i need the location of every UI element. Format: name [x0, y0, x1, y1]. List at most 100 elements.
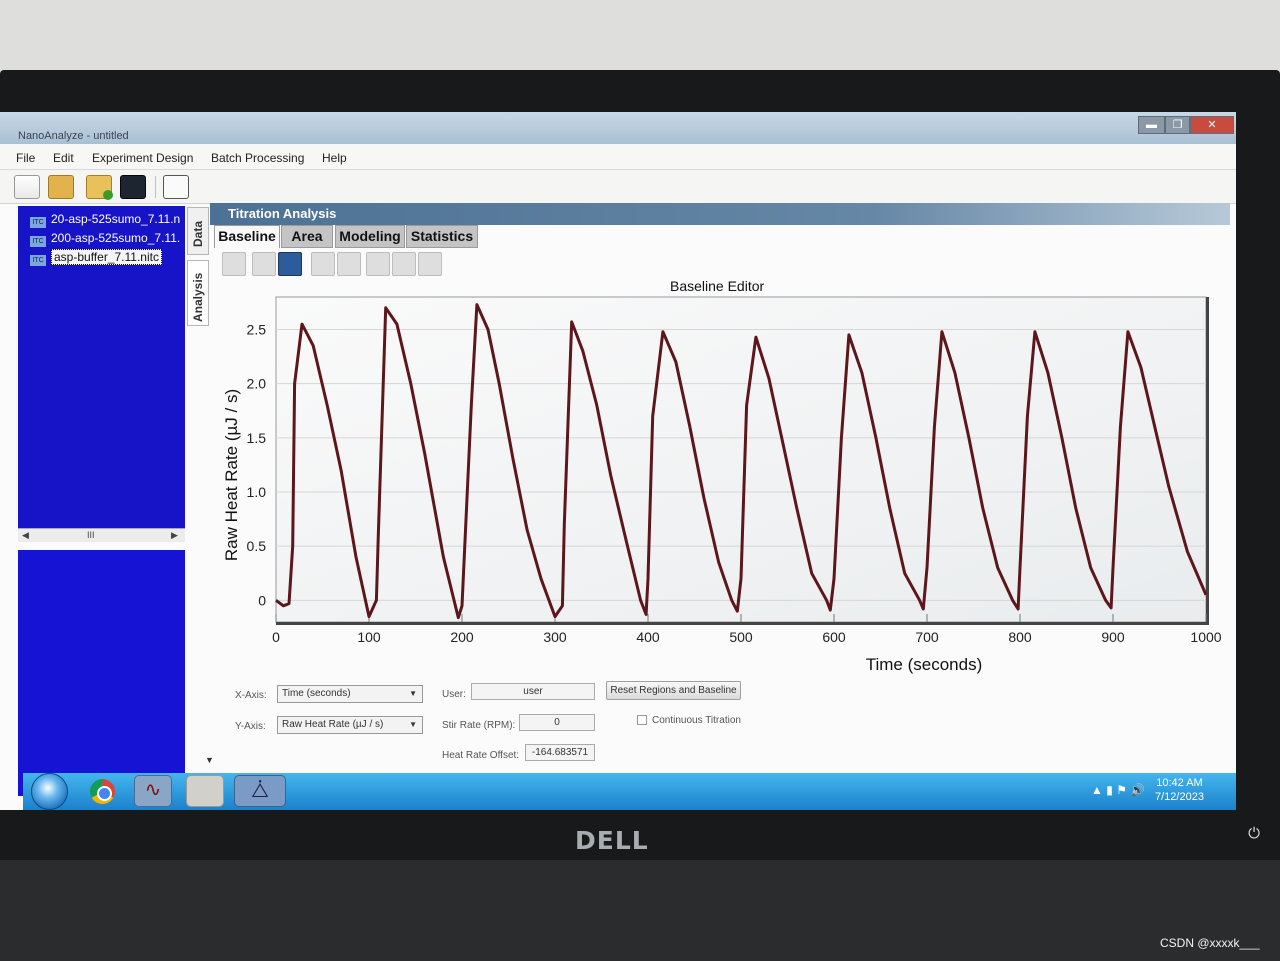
clock-date: 7/12/2023	[1155, 791, 1204, 803]
tab-statistics[interactable]: Statistics	[406, 225, 478, 248]
y-axis-select[interactable]: Raw Heat Rate (µJ / s) ▼	[277, 716, 423, 734]
file-name: 200-asp-525sumo_7.11.	[51, 231, 181, 245]
dropdown-arrow-icon: ▼	[409, 720, 417, 729]
x-axis-selector-label: X-Axis:	[235, 690, 267, 701]
x-tick-label: 700	[915, 629, 939, 645]
chart-edit-icon[interactable]	[252, 252, 276, 276]
clock-time: 10:42 AM	[1156, 777, 1203, 789]
remove-point-icon[interactable]	[337, 252, 361, 276]
x-tick-label: 300	[543, 629, 567, 645]
scroll-left-icon[interactable]: ◀	[22, 530, 29, 541]
y-tick-label: 1.5	[247, 430, 267, 446]
stir-rate-field[interactable]: 0	[519, 714, 595, 731]
main-toolbar	[0, 170, 1236, 204]
window-titlebar[interactable]: NanoAnalyze - untitled ▬ ❐ ✕	[0, 112, 1236, 144]
titration-analysis-header: Titration Analysis	[210, 203, 1230, 225]
file-list-panel[interactable]: ITC 20-asp-525sumo_7.11.n ITC 200-asp-525s…	[18, 206, 185, 528]
continuous-titration-checkbox[interactable]	[637, 715, 647, 725]
network-icon[interactable]: ▮	[1106, 783, 1113, 797]
lower-blue-panel	[18, 550, 185, 796]
heat-rate-offset-field[interactable]: -164.683571	[525, 744, 595, 761]
menu-help[interactable]: Help	[322, 151, 347, 165]
new-file-icon[interactable]	[14, 175, 40, 199]
tray-arrow-icon[interactable]: ▲	[1091, 783, 1103, 797]
y-tick-label: 2.5	[247, 322, 267, 338]
chrome-logo	[90, 779, 115, 804]
watermark: CSDN @xxxxk___	[1160, 936, 1260, 950]
itc-file-icon: ITC	[30, 217, 46, 228]
stir-rate-label: Stir Rate (RPM):	[442, 720, 516, 731]
x-tick-label: 100	[357, 629, 381, 645]
power-icon[interactable]: ⏻	[1244, 824, 1264, 844]
x-tick-label: 800	[1008, 629, 1032, 645]
scroll-right-icon[interactable]: ▶	[171, 530, 178, 541]
y-axis-ticks: 0 0.5 1.0 1.5 2.0 2.5	[247, 322, 267, 609]
nanoanalyze-chart-icon[interactable]: ∿	[134, 775, 172, 807]
y-axis-label: Raw Heat Rate (µJ / s)	[222, 389, 241, 561]
y-tick-label: 1.0	[247, 484, 267, 500]
x-tick-label: 500	[729, 629, 753, 645]
x-tick-label: 400	[636, 629, 660, 645]
x-tick-label: 0	[272, 629, 280, 645]
baseline-icon[interactable]	[278, 252, 302, 276]
heat-rate-chart[interactable]: 0 0.5 1.0 1.5 2.0 2.5 0 100 200 300 400 500 600 700 8…	[210, 282, 1225, 677]
tab-modeling[interactable]: Modeling	[335, 225, 405, 248]
x-tick-label: 200	[450, 629, 474, 645]
y-axis-shadow	[1206, 297, 1209, 625]
tab-analysis[interactable]: Analysis	[187, 260, 209, 326]
panel-title: Titration Analysis	[228, 206, 337, 221]
close-button[interactable]: ✕	[1190, 116, 1234, 134]
chrome-icon[interactable]	[84, 775, 122, 807]
continuous-titration-label: Continuous Titration	[652, 715, 741, 726]
add-point-icon[interactable]	[311, 252, 335, 276]
scroll-thumb[interactable]: III	[87, 530, 95, 540]
maximize-button[interactable]: ❐	[1165, 116, 1190, 134]
volume-icon[interactable]: 🔊	[1130, 783, 1145, 797]
x-axis-label: Time (seconds)	[866, 655, 983, 674]
zoom-icon[interactable]	[222, 252, 246, 276]
peak-icon[interactable]	[392, 252, 416, 276]
file-item-selected[interactable]: ITC asp-buffer_7.11.nitc	[30, 249, 162, 266]
menu-experiment-design[interactable]: Experiment Design	[92, 151, 193, 165]
windows-start-icon[interactable]	[31, 773, 68, 810]
heat-rate-offset-label: Heat Rate Offset:	[442, 750, 520, 761]
tab-area[interactable]: Area	[281, 225, 333, 248]
x-tick-label: 600	[822, 629, 846, 645]
add-folder-icon[interactable]	[86, 175, 113, 200]
menu-edit[interactable]: Edit	[53, 151, 74, 165]
tab-data-label: Data	[191, 220, 205, 247]
plus-icon	[103, 190, 113, 200]
x-tick-label: 900	[1101, 629, 1125, 645]
file-item[interactable]: ITC 20-asp-525sumo_7.11.n	[30, 212, 181, 228]
user-field[interactable]: user	[471, 683, 595, 700]
scroll-down-icon[interactable]: ▼	[205, 755, 214, 765]
screen: NanoAnalyze - untitled ▬ ❐ ✕ File Edit E…	[0, 112, 1236, 810]
window-title: NanoAnalyze - untitled	[18, 130, 129, 142]
y-tick-label: 2.0	[247, 376, 267, 392]
y-tick-label: 0.5	[247, 538, 267, 554]
region-icon[interactable]	[366, 252, 390, 276]
itc-file-icon: ITC	[30, 255, 46, 266]
taskbar-clock[interactable]: 10:42 AM 7/12/2023	[1155, 776, 1204, 804]
menu-batch-processing[interactable]: Batch Processing	[211, 151, 304, 165]
x-axis-select-value: Time (seconds)	[282, 688, 351, 699]
folder-icon[interactable]	[186, 775, 224, 807]
x-axis-select[interactable]: Time (seconds) ▼	[277, 685, 423, 703]
nanoanalyze-active-icon[interactable]: ⧊	[234, 775, 286, 807]
file-item[interactable]: ITC 200-asp-525sumo_7.11.	[30, 231, 181, 247]
save-icon[interactable]	[120, 175, 146, 199]
tab-data[interactable]: Data	[187, 207, 209, 255]
menu-bar: File Edit Experiment Design Batch Proces…	[0, 144, 1236, 170]
action-center-icon[interactable]: ⚑	[1116, 783, 1127, 797]
file-list-scrollbar[interactable]: ◀ III ▶	[18, 528, 185, 542]
fit-icon[interactable]	[418, 252, 442, 276]
edit-icon[interactable]	[163, 175, 189, 199]
y-axis-select-value: Raw Heat Rate (µJ / s)	[282, 719, 384, 730]
file-name: 20-asp-525sumo_7.11.n	[51, 212, 181, 226]
menu-file[interactable]: File	[16, 151, 35, 165]
tab-baseline[interactable]: Baseline	[214, 225, 280, 248]
x-axis-shadow	[276, 622, 1206, 625]
reset-regions-button[interactable]: Reset Regions and Baseline	[606, 681, 741, 700]
open-folder-icon[interactable]	[48, 175, 74, 199]
minimize-button[interactable]: ▬	[1138, 116, 1165, 134]
